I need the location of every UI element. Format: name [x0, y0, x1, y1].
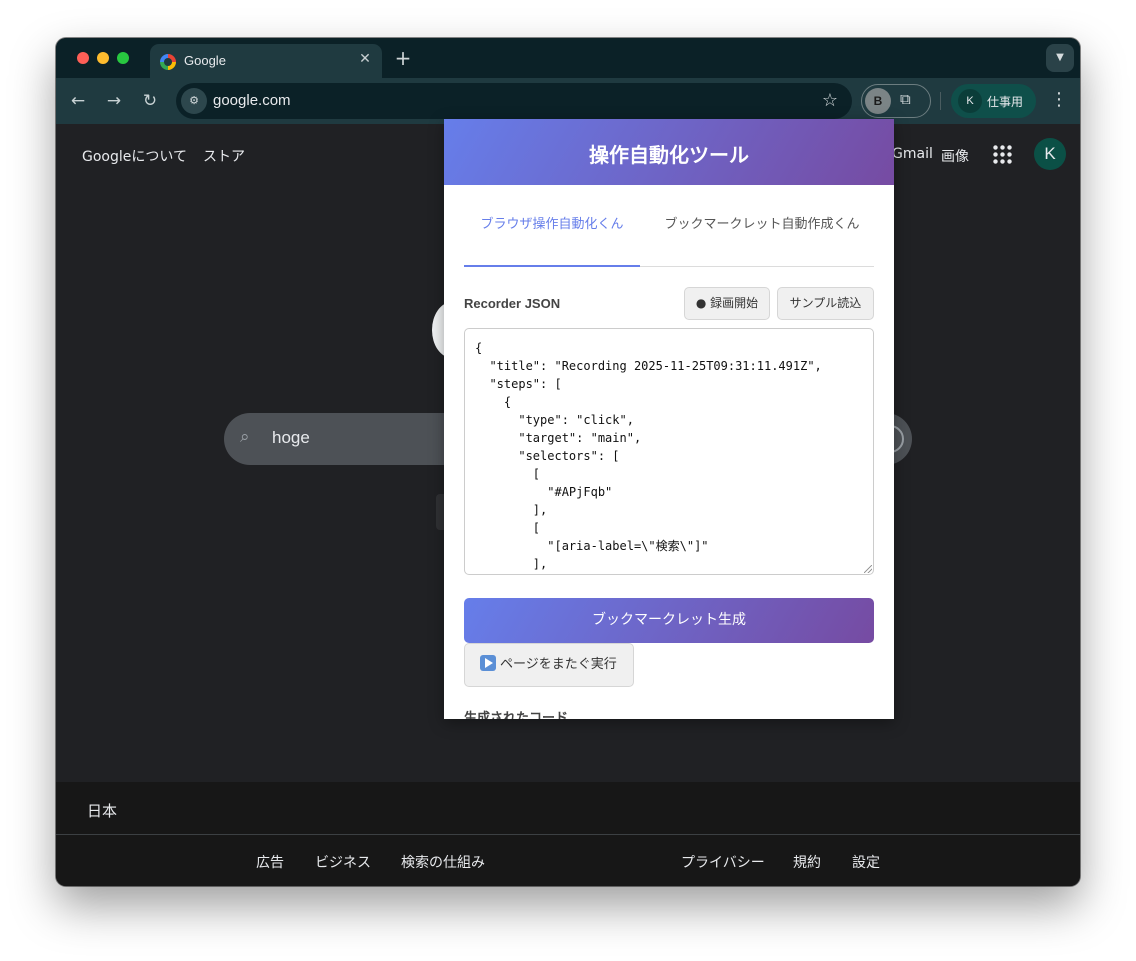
forward-arrow-icon[interactable]: →	[103, 90, 125, 112]
google-favicon-icon	[160, 54, 176, 70]
gmail-link[interactable]: Gmail	[892, 146, 933, 162]
new-tab-button[interactable]: +	[393, 46, 413, 70]
tune-icon[interactable]: ⚙	[181, 88, 207, 114]
star-icon[interactable]: ☆	[822, 90, 838, 111]
footer-link-privacy[interactable]: プライバシー	[681, 852, 765, 872]
minimize-window-button[interactable]	[97, 52, 109, 64]
account-avatar[interactable]: K	[1034, 138, 1066, 170]
start-recording-button[interactable]: ● 録画開始	[684, 287, 770, 320]
reload-icon[interactable]: ↻	[139, 90, 161, 112]
tab-search-button[interactable]: ▼	[1046, 44, 1074, 72]
tab-title: Google	[184, 53, 226, 68]
recorder-json-label: Recorder JSON	[464, 296, 561, 311]
browser-toolbar: ← → ↻ ⚙ google.com ☆ B ⧉ K 仕事用 ⋮	[56, 78, 1080, 124]
multi-page-run-button[interactable]: ページをまたぐ実行	[464, 643, 634, 687]
about-google-link[interactable]: Googleについて	[82, 146, 187, 166]
close-window-button[interactable]	[77, 52, 89, 64]
play-icon	[480, 655, 496, 671]
tab-browser-automation[interactable]: ブラウザ操作自動化くん	[464, 209, 640, 267]
apps-grid-icon[interactable]	[992, 144, 1012, 164]
search-input[interactable]: hoge	[272, 428, 310, 448]
footer-divider	[56, 834, 1080, 835]
recorder-json-textarea[interactable]: { "title": "Recording 2025-11-25T09:31:1…	[464, 328, 874, 575]
store-link[interactable]: ストア	[203, 146, 245, 166]
footer-link-settings[interactable]: 設定	[852, 852, 880, 872]
tab-close-icon[interactable]: ✕	[356, 51, 374, 67]
footer-country: 日本	[87, 802, 118, 820]
browser-tab-google[interactable]: Google ✕	[150, 44, 382, 78]
kebab-icon[interactable]: ⋮	[1050, 89, 1068, 110]
popup-tabs: ブラウザ操作自動化くん ブックマークレット自動作成くん	[464, 209, 874, 267]
address-bar[interactable]: ⚙ google.com ☆	[176, 83, 852, 119]
multi-page-run-label: ページをまたぐ実行	[500, 657, 617, 672]
load-sample-button[interactable]: サンプル読込	[777, 287, 874, 320]
extension-b-button[interactable]: B	[865, 88, 891, 114]
popup-title: 操作自動化ツール	[589, 143, 749, 167]
footer-link-business[interactable]: ビジネス	[315, 852, 371, 872]
tab-strip: Google ✕ + ▼	[56, 38, 1080, 78]
profile-chip[interactable]: K 仕事用	[951, 84, 1036, 118]
generate-bookmarklet-button[interactable]: ブックマークレット生成	[464, 598, 874, 643]
back-arrow-icon[interactable]: ←	[67, 90, 89, 112]
search-icon: ⌕	[240, 427, 250, 447]
footer-link-how-search-works[interactable]: 検索の仕組み	[401, 852, 485, 872]
footer-link-terms[interactable]: 規約	[793, 852, 821, 872]
profile-chip-label: 仕事用	[987, 95, 1024, 109]
page-footer: 日本 広告 ビジネス 検索の仕組み プライバシー 規約 設定	[56, 782, 1080, 886]
tab-bookmarklet-builder[interactable]: ブックマークレット自動作成くん	[660, 209, 864, 234]
generated-code-label: 生成されたコード	[464, 711, 569, 719]
extension-popup: 操作自動化ツール ブラウザ操作自動化くん ブックマークレット自動作成くん Rec…	[444, 119, 894, 719]
extensions-group: B ⧉	[861, 84, 931, 118]
toolbar-divider	[940, 92, 941, 110]
avatar: K	[958, 89, 982, 113]
address-url[interactable]: google.com	[213, 92, 291, 109]
puzzle-icon[interactable]: ⧉	[900, 90, 911, 108]
maximize-window-button[interactable]	[117, 52, 129, 64]
popup-header: 操作自動化ツール	[444, 119, 894, 185]
footer-link-ads[interactable]: 広告	[256, 852, 284, 872]
images-link[interactable]: 画像	[941, 146, 969, 166]
